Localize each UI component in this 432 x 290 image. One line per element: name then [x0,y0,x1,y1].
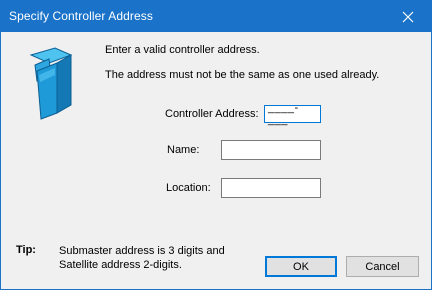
name-label: Name: [167,144,200,156]
close-button[interactable] [385,1,431,32]
instruction-text: Enter a valid controller address. [105,44,260,56]
close-icon [402,11,414,22]
tip-text: Submaster address is 3 digits and Satell… [59,244,225,272]
window-title: Specify Controller Address [9,9,153,23]
location-input[interactable] [221,178,321,198]
controller-address-input[interactable]: ____-___ [264,102,321,126]
uniqueness-note: The address must not be the same as one … [105,69,380,81]
tip-line-2: Satellite address 2-digits. [59,259,182,271]
controller-device-icon [29,47,73,120]
ok-button[interactable]: OK [265,256,337,277]
location-label: Location: [166,182,211,194]
dialog-window: Specify Controller Address Enter a valid… [0,0,432,290]
tip-line-1: Submaster address is 3 digits and [59,245,225,257]
title-bar[interactable]: Specify Controller Address [1,1,431,32]
controller-address-label: Controller Address: [165,108,259,120]
name-input[interactable] [221,140,321,160]
cancel-button[interactable]: Cancel [346,256,419,277]
tip-label: Tip: [16,244,36,256]
